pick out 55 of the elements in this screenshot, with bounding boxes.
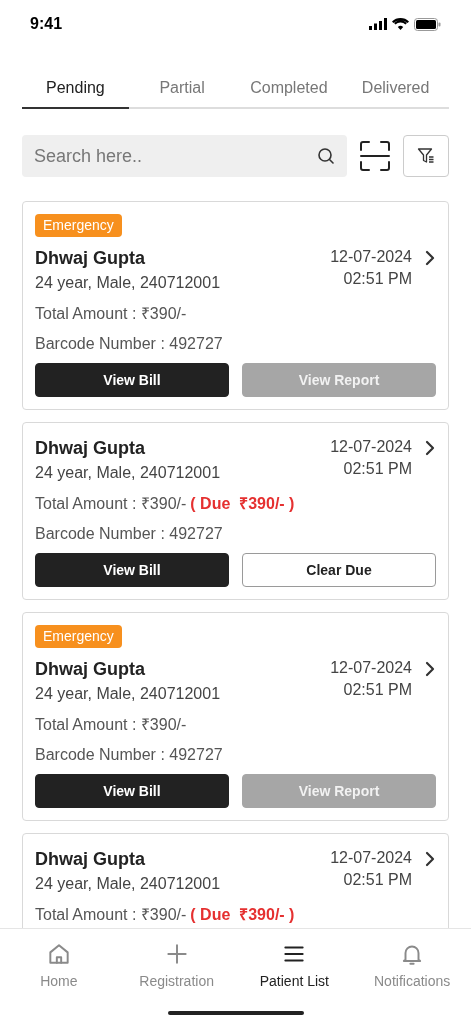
patient-card[interactable]: Dhwaj Gupta 24 year, Male, 240712001 12-07-2024 02:51 PM Total Amount : ₹390/- ( Due ₹390/- ) Barcode Number : 492727 View Bill Clear Due	[22, 422, 449, 600]
visit-time: 02:51 PM	[343, 269, 412, 289]
visit-date: 12-07-2024	[330, 437, 412, 457]
chevron-right-icon[interactable]	[424, 851, 436, 867]
search-icon[interactable]	[317, 147, 335, 165]
visit-time: 02:51 PM	[343, 870, 412, 890]
patient-info: 24 year, Male, 240712001	[35, 874, 221, 894]
visit-time: 02:51 PM	[343, 680, 412, 700]
patient-card[interactable]: Dhwaj Gupta 24 year, Male, 240712001 12-07-2024 02:51 PM Total Amount : ₹390/- ( Due ₹390/- )	[22, 833, 449, 928]
view-bill-button[interactable]: View Bill	[35, 553, 229, 587]
status-tab[interactable]: Delivered	[342, 69, 449, 109]
emergency-badge: Emergency	[35, 214, 122, 237]
wifi-icon	[392, 18, 409, 30]
patient-card[interactable]: Emergency Dhwaj Gupta 24 year, Male, 240712001 12-07-2024 02:51 PM Total Amount : ₹390/- Barcode Number : 492727 View Bill View Report	[22, 612, 449, 821]
status-time: 9:41	[30, 14, 63, 34]
emergency-badge: Emergency	[35, 625, 122, 648]
search-field[interactable]: Search here..	[22, 135, 347, 177]
chevron-right-icon[interactable]	[424, 250, 436, 266]
battery-icon	[414, 17, 441, 31]
chevron-right-icon[interactable]	[424, 440, 436, 456]
patient-name: Dhwaj Gupta	[35, 247, 146, 270]
total-amount: Total Amount : ₹390/-	[35, 304, 187, 324]
nav-item[interactable]: Patient List	[235, 941, 354, 992]
patient-info: 24 year, Male, 240712001	[35, 684, 221, 704]
patient-card[interactable]: Emergency Dhwaj Gupta 24 year, Male, 240712001 12-07-2024 02:51 PM Total Amount : ₹390/- Barcode Number : 492727 View Bill View Report	[22, 201, 449, 410]
filter-button[interactable]	[403, 135, 449, 177]
barcode-number: Barcode Number : 492727	[35, 334, 224, 354]
chevron-right-icon[interactable]	[424, 661, 436, 677]
patient-name: Dhwaj Gupta	[35, 437, 146, 460]
scan-icon[interactable]	[360, 141, 390, 171]
total-amount: Total Amount : ₹390/-	[35, 715, 187, 735]
visit-date: 12-07-2024	[330, 848, 412, 868]
status-tab[interactable]: Completed	[235, 69, 343, 109]
nav-item[interactable]: Notifications	[353, 941, 471, 992]
status-tab[interactable]: Partial	[128, 69, 236, 109]
total-amount: Total Amount : ₹390/-	[35, 494, 187, 514]
signal-icon	[369, 18, 387, 30]
barcode-number: Barcode Number : 492727	[35, 524, 224, 544]
visit-time: 02:51 PM	[343, 459, 412, 479]
patient-name: Dhwaj Gupta	[35, 848, 146, 871]
barcode-number: Barcode Number : 492727	[35, 745, 224, 765]
due-amount: ( Due ₹390/- )	[190, 905, 295, 925]
view-bill-button[interactable]: View Bill	[35, 363, 229, 397]
nav-item[interactable]: Registration	[117, 941, 236, 992]
total-amount: Total Amount : ₹390/-	[35, 905, 187, 925]
view-bill-button[interactable]: View Bill	[35, 774, 229, 808]
filter-icon	[417, 147, 435, 165]
status-tab[interactable]: Pending	[22, 69, 129, 109]
due-amount: ( Due ₹390/- )	[190, 494, 295, 514]
patient-info: 24 year, Male, 240712001	[35, 463, 221, 483]
visit-date: 12-07-2024	[330, 247, 412, 267]
visit-date: 12-07-2024	[330, 658, 412, 678]
clear-due-button[interactable]: Clear Due	[242, 553, 436, 587]
patient-name: Dhwaj Gupta	[35, 658, 146, 681]
patient-info: 24 year, Male, 240712001	[35, 273, 221, 293]
